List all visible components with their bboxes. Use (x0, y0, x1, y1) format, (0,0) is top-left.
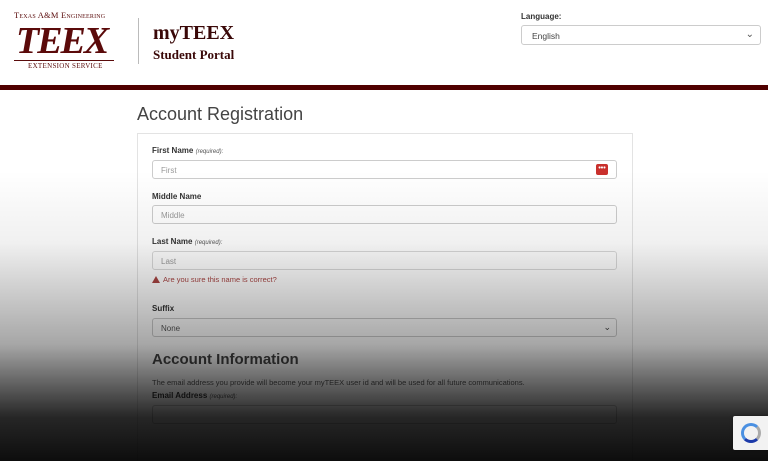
first-name-input[interactable]: First ••• (152, 160, 617, 179)
teex-logo[interactable]: Texas A&M Engineering TEEX EXTENSION SER… (14, 10, 116, 70)
autofill-icon[interactable]: ••• (596, 164, 608, 175)
warning-icon (152, 276, 160, 283)
middle-name-label: Middle Name (152, 192, 202, 201)
first-name-label-text: First Name (152, 146, 194, 155)
account-info-description: The email address you provide will becom… (152, 378, 525, 387)
logo-bottom-text: EXTENSION SERVICE (28, 62, 103, 70)
recaptcha-badge[interactable] (733, 416, 768, 450)
first-name-required: (required): (195, 149, 224, 155)
last-name-placeholder: Last (161, 257, 177, 266)
first-name-placeholder: First (161, 166, 177, 175)
last-name-label: Last Name (required): (152, 237, 222, 246)
email-input[interactable] (152, 405, 617, 424)
suffix-select-value: None (161, 324, 181, 333)
email-label-text: Email Address (152, 391, 208, 400)
recaptcha-icon (741, 423, 761, 443)
last-name-input[interactable]: Last (152, 251, 617, 270)
brand-subtitle: Student Portal (153, 47, 235, 62)
email-label: Email Address (required): (152, 391, 237, 400)
last-name-warning-text: Are you sure this name is correct? (163, 275, 277, 284)
suffix-label: Suffix (152, 304, 175, 313)
middle-name-placeholder: Middle (161, 211, 185, 220)
email-required: (required): (209, 394, 238, 400)
first-name-label: First Name (required): (152, 146, 223, 155)
language-select[interactable]: English ⌄ (521, 25, 761, 45)
logo-top-text: Texas A&M Engineering (14, 10, 106, 20)
header-accent-bar (0, 85, 768, 90)
page-title: Account Registration (137, 104, 304, 124)
logo-rule (14, 60, 114, 61)
account-info-title: Account Information (152, 351, 299, 368)
chevron-down-icon: ⌄ (745, 29, 754, 40)
language-label: Language: (521, 12, 562, 21)
site-header: Texas A&M Engineering TEEX EXTENSION SER… (0, 0, 768, 85)
logo-mark: TEEX (16, 20, 109, 62)
header-divider (138, 18, 139, 64)
last-name-required: (required): (194, 240, 223, 246)
last-name-warning: Are you sure this name is correct? (152, 275, 277, 284)
chevron-down-icon: ⌄ (603, 322, 611, 332)
last-name-label-text: Last Name (152, 237, 193, 246)
middle-name-input[interactable]: Middle (152, 205, 617, 224)
language-select-value: English (532, 31, 560, 41)
suffix-select[interactable]: None ⌄ (152, 318, 617, 337)
brand-title: myTEEX (153, 22, 235, 44)
